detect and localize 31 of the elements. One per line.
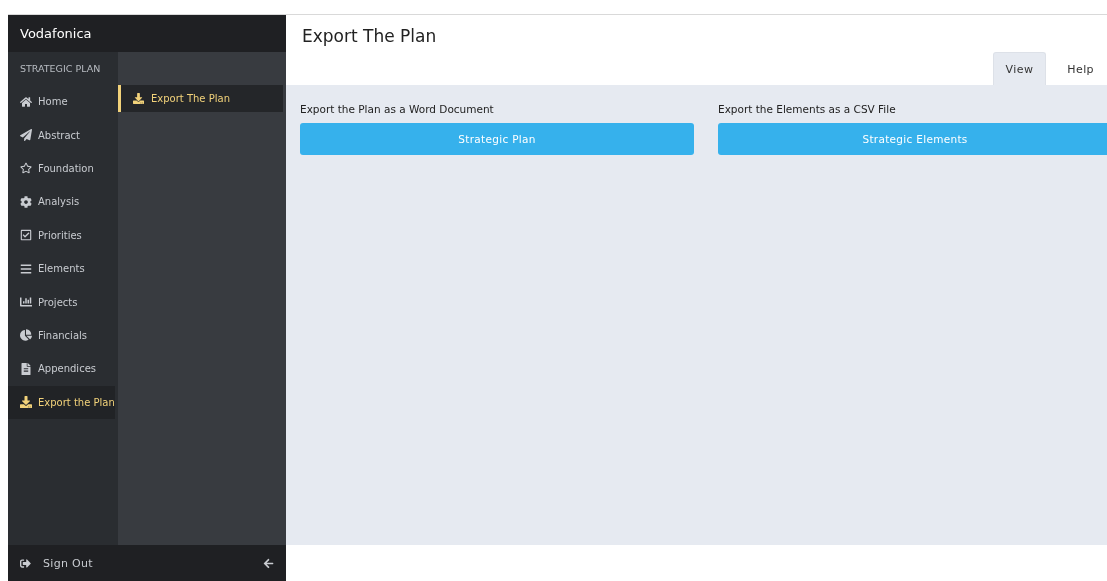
nav-item[interactable]: Appendices [8, 352, 115, 386]
checkbox-icon [20, 229, 32, 242]
nav-item[interactable]: Financials [8, 318, 115, 353]
nav-item[interactable]: Home [8, 85, 115, 119]
subnav-item[interactable]: Export The Plan [118, 85, 283, 112]
section-label: STRATEGIC PLAN [19, 62, 102, 76]
nav-item[interactable]: Abstract [8, 118, 115, 152]
nav-item[interactable]: Priorities [8, 218, 115, 252]
nav-item[interactable]: Foundation [8, 151, 115, 186]
bar-chart-icon [20, 296, 32, 309]
house-icon [20, 95, 32, 108]
nav-item[interactable]: Export the Plan [8, 385, 115, 419]
download-icon [133, 93, 144, 104]
page-title: Export The Plan [301, 25, 438, 48]
star-icon [20, 162, 32, 175]
sign-out-link[interactable]: Sign Out [43, 556, 251, 570]
document-icon [20, 362, 32, 375]
brand-name: Vodafonica [8, 14, 286, 52]
pie-chart-icon [20, 329, 32, 342]
tab[interactable]: View [992, 52, 1047, 85]
menu-icon [20, 262, 32, 275]
nav-item[interactable]: Elements [8, 251, 115, 286]
sign-out-icon[interactable] [20, 557, 31, 569]
nav-item[interactable]: Projects [8, 285, 115, 319]
export-label: Export the Elements as a CSV File [718, 103, 897, 115]
gear-icon [20, 195, 32, 208]
download-icon [20, 396, 32, 409]
export-label: Export the Plan as a Word Document [300, 103, 495, 115]
nav-item[interactable]: Analysis [8, 185, 115, 219]
arrow-left-icon[interactable] [263, 557, 274, 569]
paper-plane-icon [20, 129, 32, 142]
